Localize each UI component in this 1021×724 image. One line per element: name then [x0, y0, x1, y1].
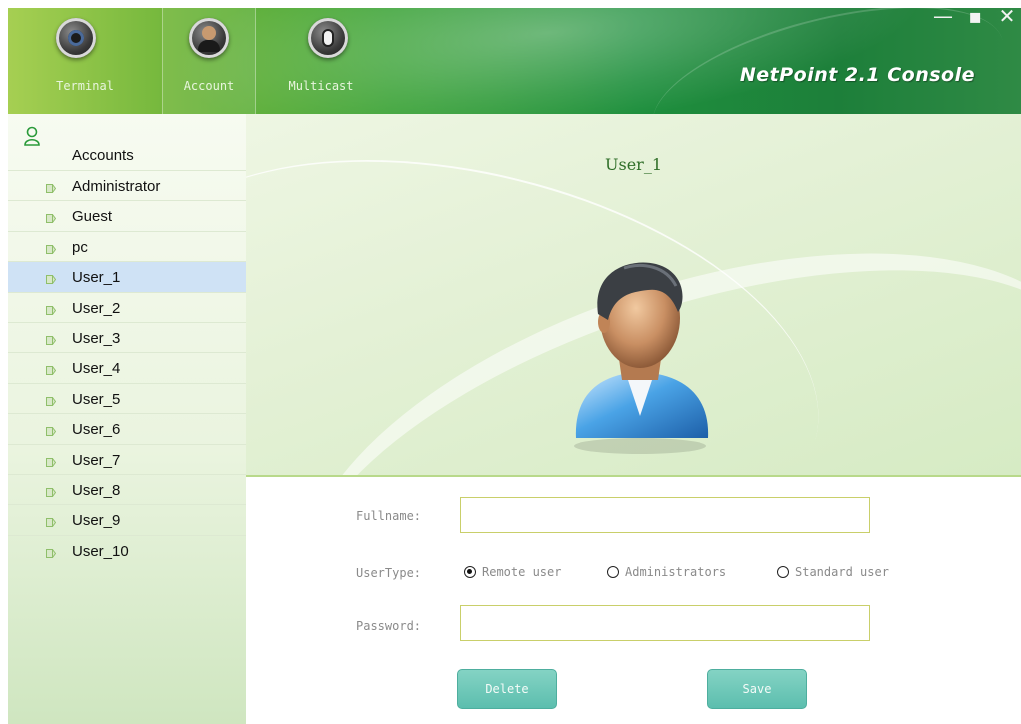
profile-name: User_1: [605, 155, 662, 174]
account-label: User_10: [72, 542, 129, 560]
tag-icon: [46, 545, 57, 559]
radio-administrators-label: Administrators: [625, 565, 727, 579]
user-avatar-icon: [574, 262, 709, 454]
sidebar-item-administrator[interactable]: Administrator: [8, 170, 246, 200]
fullname-field[interactable]: [460, 497, 870, 533]
tab-multicast-label: Multicast: [288, 79, 354, 93]
product-title: NetPoint 2.1 Console: [739, 64, 975, 86]
account-label: pc: [72, 238, 88, 256]
close-button[interactable]: ✕: [995, 8, 1019, 28]
usertype-label: UserType:: [356, 566, 422, 580]
account-list: Administrator Guest pc User_1 User_2 Use…: [8, 170, 246, 565]
tag-icon: [46, 241, 57, 255]
radio-standard-user-label: Standard user: [795, 565, 889, 579]
tag-icon: [46, 332, 57, 346]
webcam-icon: [56, 18, 96, 58]
radio-administrators[interactable]: Administrators: [607, 565, 726, 579]
sidebar-item-user-2[interactable]: User_2: [8, 291, 246, 322]
account-form: Fullname: UserType: Remote user Administ…: [246, 477, 1021, 724]
account-label: User_9: [72, 512, 121, 530]
sidebar-item-user-9[interactable]: User_9: [8, 504, 246, 534]
save-button[interactable]: Save: [707, 669, 807, 709]
tag-icon: [46, 454, 57, 468]
radio-checked-icon: [464, 566, 476, 578]
sidebar-header: Accounts: [8, 114, 246, 164]
user-account-icon: [189, 18, 229, 58]
radio-unchecked-icon: [607, 566, 619, 578]
profile-header: User_1: [246, 114, 1021, 477]
speaker-icon: [308, 18, 348, 58]
tag-icon: [46, 484, 57, 498]
account-label: User_7: [72, 451, 121, 469]
sidebar-title: Accounts: [72, 147, 134, 164]
account-label: User_4: [72, 360, 121, 378]
account-label: User_3: [72, 329, 121, 347]
radio-remote-user[interactable]: Remote user: [464, 565, 561, 579]
account-label: User_1: [72, 269, 121, 287]
window-controls: — ▪ ✕: [931, 8, 1019, 28]
maximize-button[interactable]: ▪: [963, 8, 987, 28]
sidebar-item-user-5[interactable]: User_5: [8, 382, 246, 413]
radio-remote-user-label: Remote user: [482, 565, 562, 579]
minimize-button[interactable]: —: [931, 8, 955, 28]
tag-icon: [46, 180, 57, 194]
radio-standard-user[interactable]: Standard user: [777, 565, 889, 579]
fullname-label: Fullname:: [356, 509, 422, 523]
tag-icon: [46, 393, 57, 407]
sidebar-item-guest[interactable]: Guest: [8, 200, 246, 230]
sidebar-item-user-1[interactable]: User_1: [8, 261, 246, 292]
tag-icon: [46, 514, 57, 529]
accounts-sidebar: Accounts Administrator Guest pc User_1 U…: [8, 114, 248, 724]
account-label: User_5: [72, 390, 121, 408]
tab-terminal[interactable]: Terminal: [8, 8, 162, 114]
tab-terminal-label: Terminal: [56, 79, 114, 93]
delete-button[interactable]: Delete: [457, 669, 557, 709]
sidebar-item-user-10[interactable]: User_10: [8, 534, 246, 565]
sidebar-item-user-6[interactable]: User_6: [8, 413, 246, 443]
tag-icon: [46, 210, 57, 225]
account-label: Administrator: [72, 178, 161, 195]
sidebar-item-user-4[interactable]: User_4: [8, 352, 246, 382]
sidebar-item-user-7[interactable]: User_7: [8, 443, 246, 474]
account-label: Guest: [72, 208, 113, 226]
tab-account[interactable]: Account: [162, 8, 256, 114]
account-label: User_6: [72, 421, 121, 439]
sidebar-item-pc[interactable]: pc: [8, 230, 246, 261]
sidebar-item-user-3[interactable]: User_3: [8, 321, 246, 352]
tag-icon: [46, 302, 57, 316]
account-label: User_8: [72, 481, 121, 499]
password-label: Password:: [356, 619, 422, 633]
top-toolbar: Terminal Account Multicast NetPoint 2.1 …: [8, 8, 1021, 114]
radio-unchecked-icon: [777, 566, 789, 578]
tab-multicast[interactable]: Multicast: [254, 8, 388, 114]
tag-icon: [46, 271, 57, 286]
tab-account-label: Account: [183, 79, 235, 93]
tag-icon: [46, 362, 57, 377]
user-outline-icon: [24, 126, 40, 146]
password-field[interactable]: [460, 605, 870, 641]
sidebar-item-user-8[interactable]: User_8: [8, 473, 246, 504]
account-label: User_2: [72, 299, 121, 317]
tag-icon: [46, 423, 57, 438]
app-window: Terminal Account Multicast NetPoint 2.1 …: [0, 0, 1021, 724]
